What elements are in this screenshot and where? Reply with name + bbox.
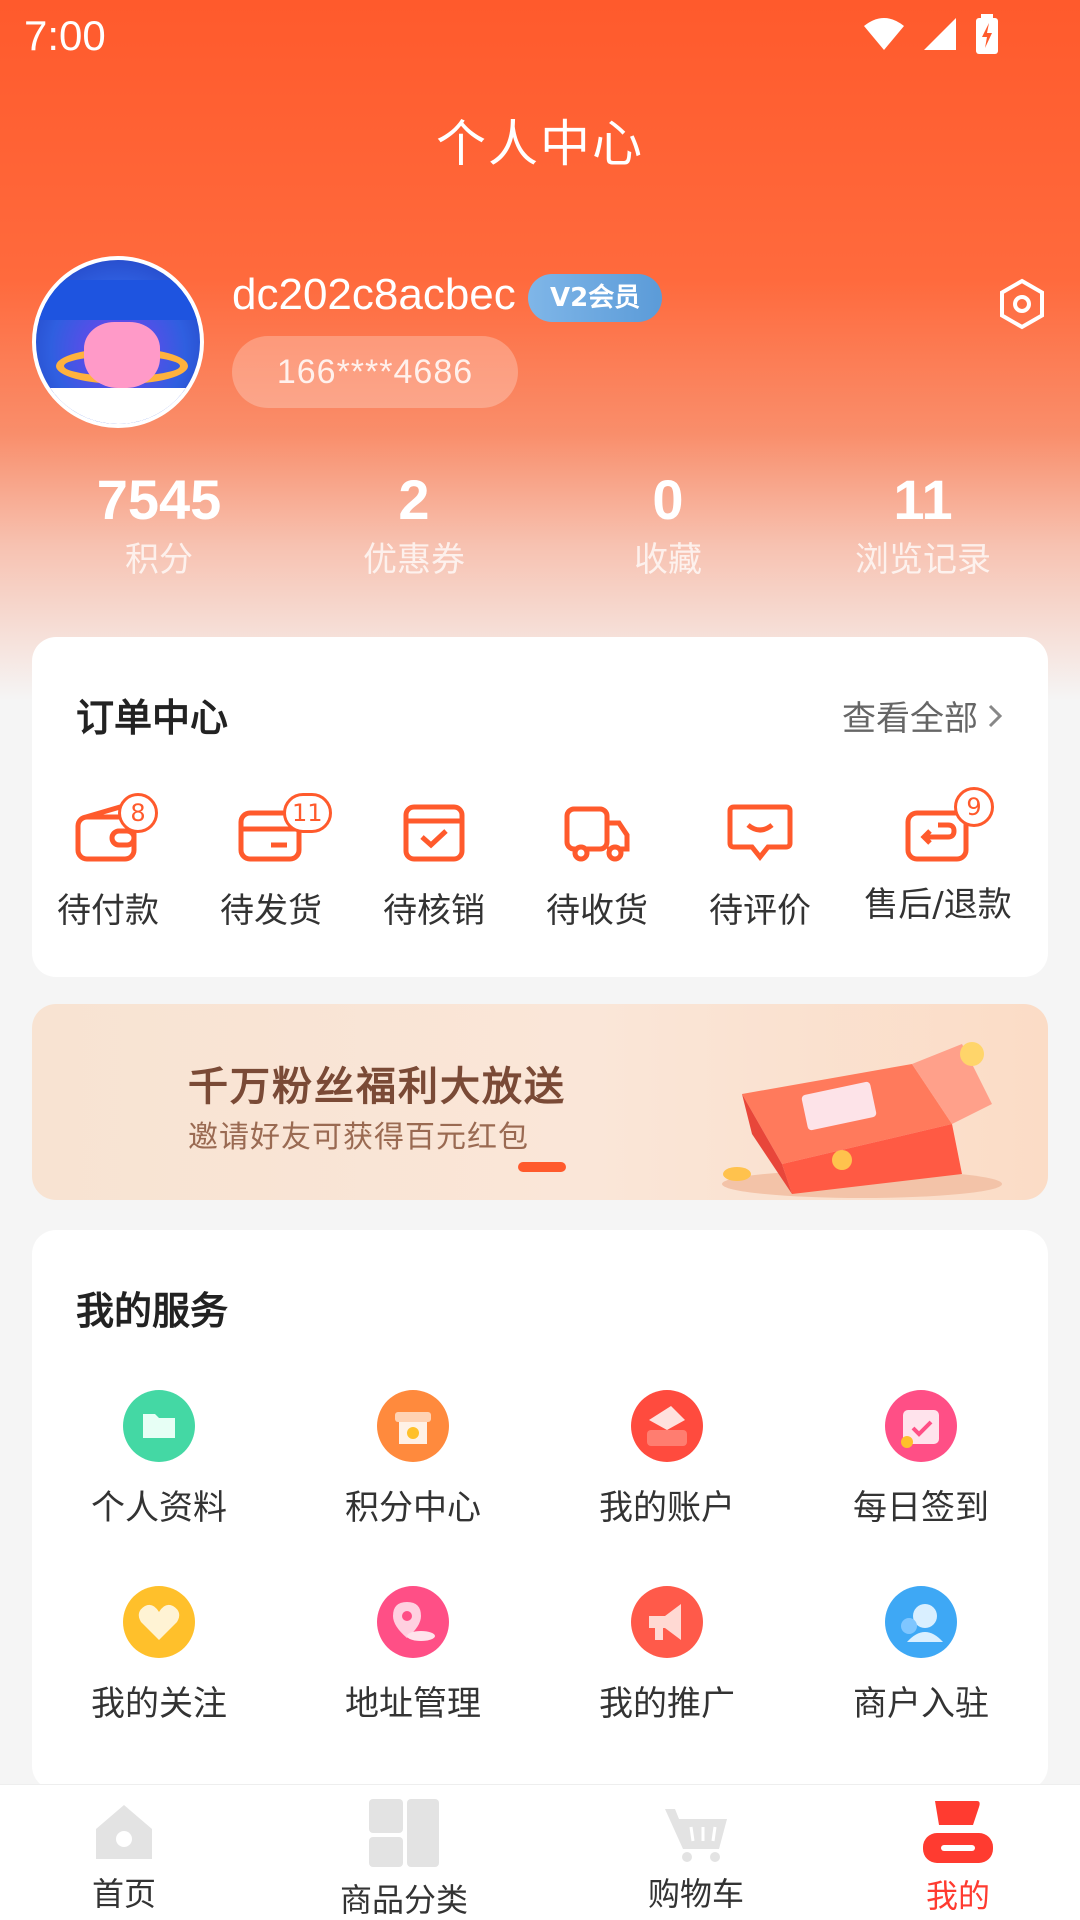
category-icon (369, 1799, 439, 1867)
wifi-icon (864, 18, 904, 50)
tab-home[interactable]: 首页 (24, 1801, 224, 1915)
promo-banner[interactable]: 千万粉丝福利大放送 邀请好友可获得百元红包 (32, 1004, 1048, 1200)
service-address[interactable]: 地址管理 (286, 1586, 540, 1725)
heart-icon (123, 1586, 195, 1658)
merchant-icon (885, 1586, 957, 1658)
avatar[interactable] (32, 256, 204, 428)
service-account[interactable]: 我的账户 (540, 1390, 794, 1529)
services-title: 我的服务 (76, 1289, 229, 1333)
box-check-icon (403, 804, 465, 862)
services-card: 我的服务 个人资料 积分中心 我的账户 每日签到 我的关注 地址管理 我的推广 … (32, 1230, 1048, 1790)
account-icon (631, 1390, 703, 1462)
tab-cart[interactable]: 购物车 (596, 1805, 796, 1915)
order-pending-review[interactable]: 待评价 (680, 803, 840, 932)
service-daily-checkin[interactable]: 每日签到 (794, 1390, 1048, 1529)
username: dc202c8acbec (232, 270, 516, 319)
order-pending-shipment[interactable]: 11 待发货 (191, 793, 351, 932)
store-icon (377, 1390, 449, 1462)
stat-history[interactable]: 11 浏览记录 (803, 464, 1043, 584)
banner-indicator (518, 1162, 566, 1172)
order-pending-payment[interactable]: 8 待付款 (28, 793, 188, 932)
stat-points[interactable]: 7545 积分 (39, 464, 279, 584)
badge-pending-shipment: 11 (283, 793, 332, 833)
truck-icon (564, 806, 630, 862)
location-icon (377, 1586, 449, 1658)
home-icon (96, 1805, 152, 1859)
banner-subtitle: 邀请好友可获得百元红包 (188, 1120, 529, 1155)
treasure-chest-icon (722, 1042, 1002, 1198)
phone-number: 166****4686 (232, 336, 518, 408)
settings-icon[interactable] (996, 278, 1048, 330)
view-all-orders-link[interactable]: 查看全部 (842, 691, 1004, 740)
banner-title: 千万粉丝福利大放送 (188, 1064, 566, 1110)
page-title: 个人中心 (436, 115, 644, 173)
megaphone-icon (631, 1586, 703, 1658)
order-center-title: 订单中心 (76, 696, 229, 740)
service-following[interactable]: 我的关注 (32, 1586, 286, 1725)
stat-coupons[interactable]: 2 优惠券 (294, 464, 534, 584)
service-points-center[interactable]: 积分中心 (286, 1390, 540, 1529)
signal-icon (924, 18, 956, 50)
order-after-sale[interactable]: 9 售后/退款 (858, 787, 1018, 926)
comment-icon (727, 804, 793, 862)
tab-mine[interactable]: 我的 (858, 1799, 1058, 1917)
battery-icon (976, 14, 998, 54)
vip-badge: V2会员 (528, 274, 663, 322)
avatar-image-band (36, 280, 200, 320)
order-pending-verify[interactable]: 待核销 (354, 803, 514, 932)
calendar-icon (885, 1390, 957, 1462)
profile-icon (923, 1801, 993, 1863)
order-center-card: 订单中心 查看全部 8 待付款 11 待发货 待核销 待收货 待评价 9 售后/… (32, 637, 1048, 977)
order-pending-receipt[interactable]: 待收货 (517, 803, 677, 932)
bottom-tab-bar: 首页 商品分类 购物车 我的 (0, 1784, 1080, 1920)
service-promotion[interactable]: 我的推广 (540, 1586, 794, 1725)
badge-pending-payment: 8 (118, 793, 158, 833)
badge-after-sale: 9 (954, 787, 994, 827)
tab-category[interactable]: 商品分类 (304, 1797, 504, 1920)
chevron-right-icon (988, 704, 1003, 727)
service-profile[interactable]: 个人资料 (32, 1390, 286, 1529)
status-time: 7:00 (24, 12, 106, 59)
folder-icon (123, 1390, 195, 1462)
status-bar: 7:00 (0, 0, 1080, 72)
service-merchant[interactable]: 商户入驻 (794, 1586, 1048, 1725)
cart-icon (665, 1809, 727, 1862)
stats-row: 7545 积分 2 优惠券 0 收藏 11 浏览记录 (0, 464, 1080, 594)
stat-favorites[interactable]: 0 收藏 (548, 464, 788, 584)
